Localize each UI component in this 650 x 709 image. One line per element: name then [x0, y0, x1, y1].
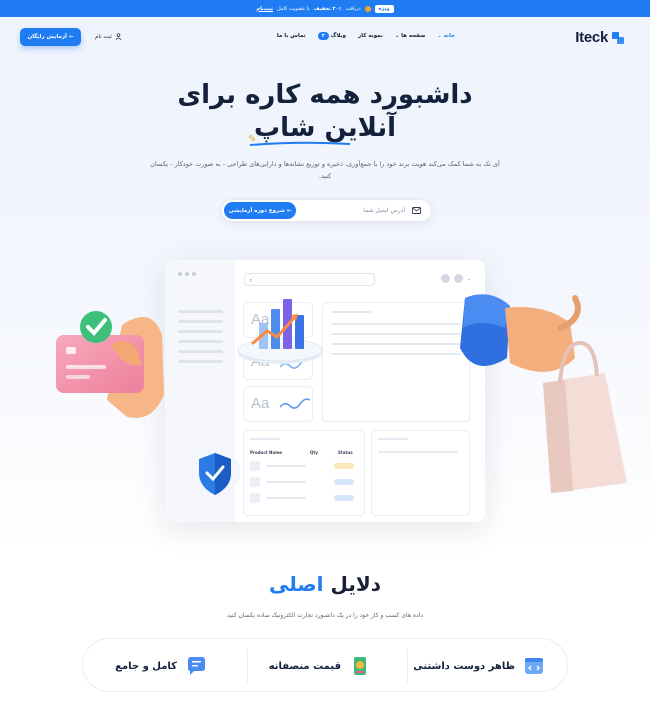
table-header-status: Status — [338, 450, 353, 455]
main-navbar: Iteck خانه ⌄ صفحه ها ⌄ نمونه کار وبلاگ ۳… — [0, 17, 650, 59]
hero-title-line2: آنلاین شاپ — [0, 113, 650, 146]
nav-item-portfolio[interactable]: نمونه کار — [358, 33, 383, 39]
underline-decoration — [249, 141, 350, 146]
chevron-down-icon: ⌄ — [394, 33, 400, 39]
hand-card-illustration — [56, 311, 164, 419]
hero-title-line1: داشبورد همه کاره برای — [177, 80, 473, 110]
email-signup-form: شروع دوره آزمایشی ← آدرس ایمیل شما — [221, 199, 432, 222]
register-label: ثبت نام — [95, 33, 112, 40]
notification-icon — [440, 274, 450, 283]
blog-count-badge: ۳ — [317, 32, 329, 40]
brand-logo[interactable]: Iteck — [575, 29, 624, 46]
search-icon: ⌕ — [249, 277, 253, 284]
feature-label: کامل و جامع — [115, 660, 177, 672]
nav-item-blog[interactable]: وبلاگ ۳ — [317, 32, 346, 40]
dashboard-toolbar: ⌄ — [440, 274, 471, 283]
reasons-title: دلایل اصلی — [0, 572, 650, 596]
logo-text: Iteck — [575, 29, 608, 46]
chat-bubble-icon — [188, 657, 205, 675]
free-trial-button[interactable]: آزمایش رایگان ← — [20, 28, 81, 46]
announcement-text-after: با عضویت کامل — [277, 5, 310, 12]
register-link[interactable]: ثبت نام — [95, 33, 122, 40]
hero-subtitle: آی تک به شما کمک می‌کند هویت برند خود را… — [150, 160, 500, 180]
announcement-link[interactable]: ثبت‌نام — [256, 6, 273, 12]
feature-item-lovely-design: ظاهر دوست داشتنی — [413, 639, 545, 693]
logo-mark-icon — [612, 31, 624, 44]
chevron-down-icon: ⌄ — [437, 33, 442, 39]
start-trial-button[interactable]: شروع دوره آزمایشی ← — [224, 202, 296, 219]
shield-icon — [190, 447, 240, 497]
avatar — [453, 274, 463, 283]
nav-menu: خانه ⌄ صفحه ها ⌄ نمونه کار وبلاگ ۳ تماس … — [255, 32, 455, 40]
announcement-text-before: دریافت — [345, 5, 361, 12]
feature-item-complete: کامل و جامع — [115, 639, 207, 693]
table-header-product: Product Name — [250, 450, 282, 455]
chevron-down-icon: ⌄ — [466, 275, 471, 282]
products-table: Product Name Qty Status — [243, 430, 365, 516]
feature-item-fair-price: قیمت منصفانه — [269, 639, 371, 693]
user-icon — [115, 33, 122, 40]
nav-item-contact[interactable]: تماس با ما — [277, 33, 306, 39]
features-strip: ظاهر دوست داشتنی قیمت منصفانه کامل و جام… — [82, 638, 568, 692]
announcement-bar: ویژه دریافت ۳۰٪ تخفیف با عضویت کامل ثبت‌… — [0, 0, 650, 17]
code-window-icon — [525, 658, 543, 674]
email-input[interactable]: آدرس ایمیل شما — [363, 207, 405, 214]
price-tag-icon — [354, 657, 366, 675]
bar-chart-illustration — [237, 299, 323, 364]
feature-label: قیمت منصفانه — [268, 660, 341, 672]
pencil-icon: ✎ — [248, 134, 257, 145]
reasons-subtitle: داده های کسب و کار خود را در یک داشبورد … — [226, 612, 424, 619]
dashboard-card: Aa — [243, 386, 313, 422]
hero-title-highlight: آنلاین شاپ — [253, 113, 397, 143]
hand-shopping-bag-illustration — [460, 294, 627, 493]
dashboard-panel — [322, 302, 470, 422]
window-dots — [178, 272, 196, 276]
font-sample: Aa — [251, 395, 270, 412]
announcement-highlight: ۳۰٪ تخفیف — [313, 5, 342, 12]
mail-icon — [412, 207, 421, 214]
dashboard-search: ⌕ — [244, 273, 375, 286]
feature-label: ظاهر دوست داشتنی — [413, 660, 515, 672]
reasons-title-accent: اصلی — [268, 572, 324, 596]
gift-icon — [364, 5, 371, 12]
nav-item-pages[interactable]: صفحه ها ⌄ — [395, 33, 426, 39]
table-header-qty: Qty — [310, 450, 318, 455]
announcement-badge: ویژه — [374, 4, 394, 13]
arrow-left-icon: ← — [68, 34, 74, 40]
free-trial-label: آزمایش رایگان — [27, 34, 67, 40]
nav-item-home[interactable]: خانه ⌄ — [437, 33, 455, 39]
reasons-title-main: دلایل — [330, 572, 382, 596]
